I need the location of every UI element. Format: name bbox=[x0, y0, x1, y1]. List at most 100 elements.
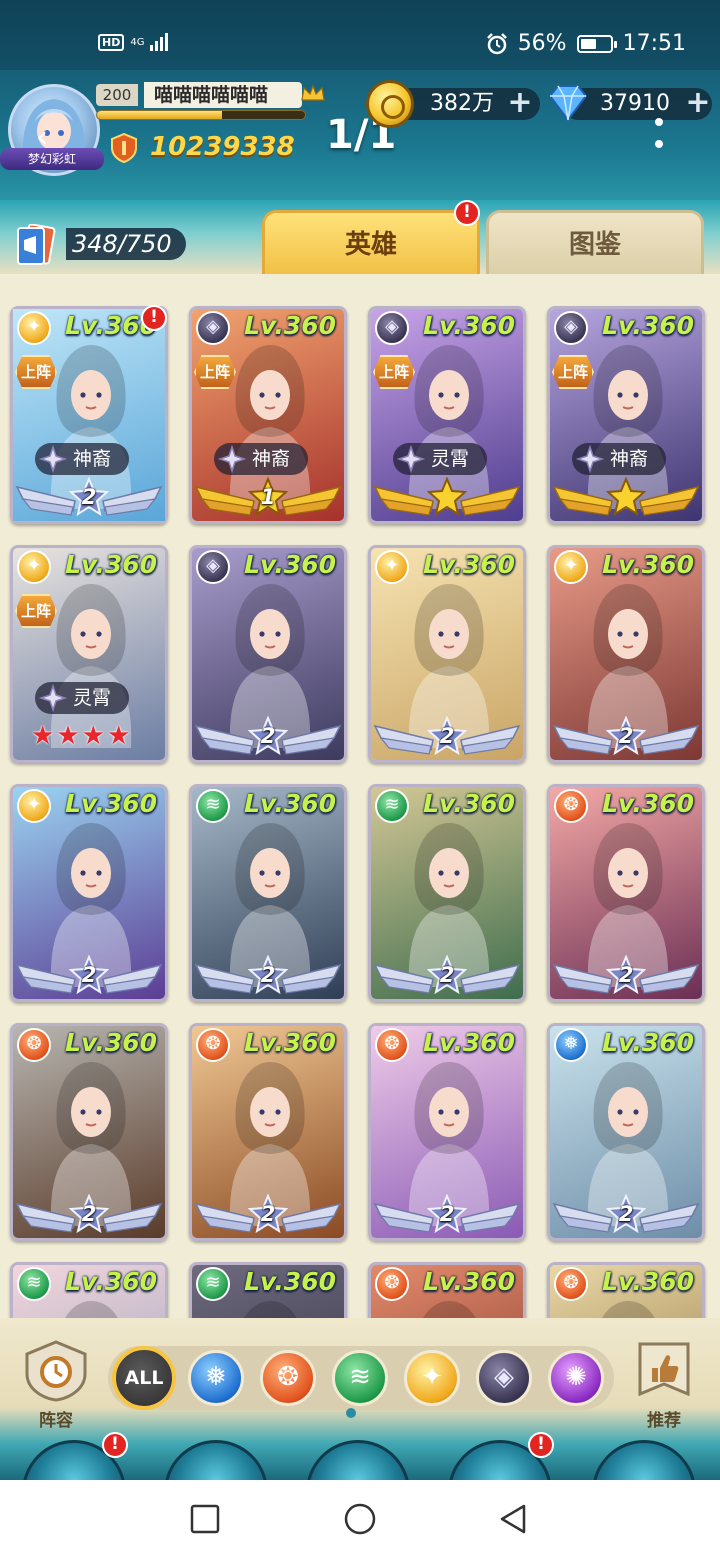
diamond-icon bbox=[548, 85, 588, 122]
hero-level: Lv.360 bbox=[423, 1267, 515, 1296]
hero-figure bbox=[65, 1301, 118, 1318]
tab-heroes-label: 英雄 bbox=[344, 230, 397, 260]
star-tier-number: 2 bbox=[81, 963, 97, 987]
hero-title-text: 灵霄 bbox=[73, 687, 112, 709]
hero-figure bbox=[423, 1301, 476, 1318]
add-gold-button[interactable]: + bbox=[506, 88, 534, 118]
home-icon[interactable] bbox=[343, 1502, 377, 1536]
star-rank-badge: 2 bbox=[247, 954, 289, 995]
hero-level: Lv.360 bbox=[602, 789, 694, 818]
recommend-button[interactable]: 推荐 bbox=[626, 1338, 702, 1434]
hero-card[interactable]: ❅ Lv.360 2 bbox=[547, 1023, 705, 1241]
light-faction-icon: ✦ bbox=[17, 789, 51, 823]
hero-card[interactable]: ❂ Lv.360 2 bbox=[368, 1023, 526, 1241]
recent-apps-icon[interactable] bbox=[188, 1502, 222, 1536]
hero-card[interactable]: ◈ Lv.360 上阵 神裔 bbox=[547, 306, 705, 524]
hero-level: Lv.360 bbox=[244, 1028, 336, 1057]
deployed-tag: 上阵 bbox=[15, 594, 57, 628]
hero-card[interactable]: ❂ Lv.360 bbox=[547, 1262, 705, 1318]
hero-grid-area: ✦ Lv.360 上阵 神裔 2! ◈ Lv.360 上阵 神裔 1 ◈ Lv.360 上阵 灵霄… bbox=[0, 274, 720, 1318]
red-star-icon: ★ bbox=[31, 721, 55, 751]
hero-card[interactable]: ✦ Lv.360 2 bbox=[10, 784, 168, 1002]
hero-card[interactable]: ✦ Lv.360 2 bbox=[368, 545, 526, 763]
hero-title-text: 神裔 bbox=[252, 448, 291, 470]
star-rank-badge: 1 bbox=[247, 476, 289, 517]
dark-faction-icon: ◈ bbox=[375, 311, 409, 345]
hero-card[interactable]: ✦ Lv.360 上阵 神裔 2! bbox=[10, 305, 168, 524]
star-rank-badge bbox=[605, 476, 647, 517]
lineup-button[interactable]: 阵容 bbox=[18, 1340, 94, 1436]
light-faction-icon: ✦ bbox=[554, 550, 588, 584]
filter-void-icon[interactable]: ✺ bbox=[548, 1350, 604, 1406]
filter-all-label: ALL bbox=[124, 1367, 164, 1389]
tab-gallery[interactable]: 图鉴 bbox=[486, 210, 704, 274]
avatar-ribbon: 梦幻彩虹 bbox=[0, 148, 104, 170]
filter-wind-icon[interactable]: ≋ bbox=[332, 1350, 388, 1406]
title-emblem-icon bbox=[396, 444, 426, 474]
hero-card[interactable]: ✦ Lv.360 上阵 灵霄 ★ ★ ★ ★ bbox=[10, 545, 168, 763]
star-tier-number: 2 bbox=[618, 724, 634, 748]
deployed-tag: 上阵 bbox=[373, 355, 415, 389]
player-level: 200 bbox=[96, 84, 138, 106]
hero-card[interactable]: ≋ Lv.360 bbox=[189, 1262, 347, 1318]
hero-title-tag: 神裔 bbox=[35, 443, 130, 475]
wind-faction-icon: ≋ bbox=[17, 1267, 51, 1301]
light-faction-icon: ✦ bbox=[17, 550, 51, 584]
star-tier-number: 2 bbox=[618, 963, 634, 987]
dark-faction-icon: ◈ bbox=[196, 550, 230, 584]
hero-card[interactable]: ✦ Lv.360 2 bbox=[547, 545, 705, 763]
recommend-label: 推荐 bbox=[647, 1411, 681, 1431]
hero-card[interactable]: ◈ Lv.360 上阵 灵霄 bbox=[368, 306, 526, 524]
combat-power-icon bbox=[111, 133, 137, 163]
add-gem-button[interactable]: + bbox=[684, 88, 712, 118]
filter-dark-icon[interactable]: ◈ bbox=[476, 1350, 532, 1406]
back-icon[interactable]: ‹ bbox=[36, 120, 48, 155]
signal-icon bbox=[150, 33, 169, 51]
hero-card[interactable]: ❂ Lv.360 2 bbox=[547, 784, 705, 1002]
hero-level: Lv.360 bbox=[423, 550, 515, 579]
red-star-icon: ★ bbox=[81, 721, 105, 751]
hero-card[interactable]: ◈ Lv.360 上阵 神裔 1 bbox=[189, 306, 347, 524]
title-emblem-icon bbox=[38, 683, 68, 713]
hero-card[interactable]: ❂ Lv.360 2 bbox=[189, 1023, 347, 1241]
deployed-tag: 上阵 bbox=[552, 355, 594, 389]
back-nav-icon[interactable] bbox=[496, 1502, 530, 1536]
card-stack-icon bbox=[17, 224, 56, 265]
tab-bar: 348/750 英雄 ! 图鉴 bbox=[0, 200, 720, 274]
hero-card[interactable]: ≋ Lv.360 bbox=[10, 1262, 168, 1318]
tab-gallery-label: 图鉴 bbox=[568, 230, 621, 260]
hero-level: Lv.360 bbox=[65, 1267, 157, 1296]
star-tier-number: 2 bbox=[81, 1202, 97, 1226]
hero-card[interactable]: ❂ Lv.360 2 bbox=[10, 1023, 168, 1241]
fire-faction-icon: ❂ bbox=[554, 1267, 588, 1301]
water-faction-icon: ❅ bbox=[554, 1028, 588, 1062]
hero-level: Lv.360 bbox=[423, 789, 515, 818]
wind-faction-icon: ≋ bbox=[375, 789, 409, 823]
tab-heroes[interactable]: 英雄 bbox=[262, 210, 480, 274]
alarm-icon bbox=[486, 32, 507, 54]
status-right: 56% 17:51 bbox=[486, 31, 686, 56]
hero-card[interactable]: ◈ Lv.360 2 bbox=[189, 545, 347, 763]
combat-power: 10239338 bbox=[150, 132, 295, 162]
filter-water-icon[interactable]: ❅ bbox=[188, 1350, 244, 1406]
clock: 17:51 bbox=[622, 31, 686, 56]
hero-title-tag: 灵霄 bbox=[393, 443, 488, 475]
hero-level: Lv.360 bbox=[602, 311, 694, 340]
filter-all-button[interactable]: ALL bbox=[112, 1346, 176, 1410]
fire-faction-icon: ❂ bbox=[196, 1028, 230, 1062]
more-options-icon[interactable] bbox=[652, 118, 666, 152]
star-rank-badge: 2 bbox=[247, 1193, 289, 1234]
hero-card[interactable]: ≋ Lv.360 2 bbox=[189, 784, 347, 1002]
star-rank-badge: 2 bbox=[426, 715, 468, 756]
hero-level: Lv.360 bbox=[423, 1028, 515, 1057]
filter-light-icon[interactable]: ✦ bbox=[404, 1350, 460, 1406]
exp-bar bbox=[96, 110, 306, 120]
system-nav-bar bbox=[0, 1480, 720, 1560]
star-rank-badge: 2 bbox=[426, 954, 468, 995]
star-rank-badge: 2 bbox=[68, 476, 110, 517]
filter-fire-icon[interactable]: ❂ bbox=[260, 1350, 316, 1406]
hero-level: Lv.360 bbox=[65, 550, 157, 579]
star-tier-number: 2 bbox=[439, 963, 455, 987]
hero-card[interactable]: ≋ Lv.360 2 bbox=[368, 784, 526, 1002]
hero-card[interactable]: ❂ Lv.360 bbox=[368, 1262, 526, 1318]
